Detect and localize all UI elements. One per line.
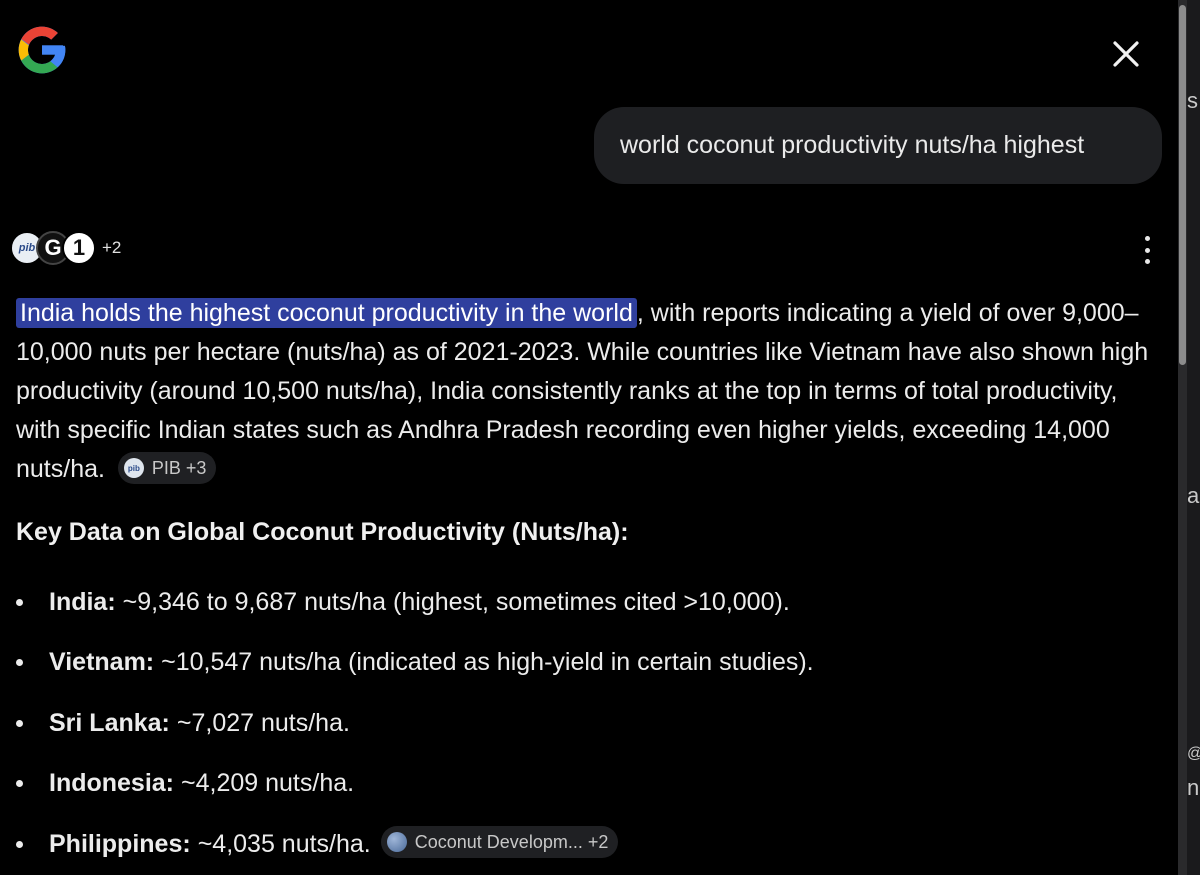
sources-row[interactable]: pib G 1 +2 bbox=[10, 230, 121, 266]
list-item: Indonesia: ~4,209 nuts/ha. bbox=[16, 754, 1166, 815]
country-label: Vietnam: bbox=[49, 648, 155, 677]
country-value: ~4,209 nuts/ha. bbox=[181, 769, 355, 798]
more-options-button[interactable] bbox=[1134, 236, 1160, 264]
country-value: ~10,547 nuts/ha (indicated as high-yield… bbox=[161, 648, 814, 677]
scroll-thumb[interactable] bbox=[1179, 5, 1186, 365]
country-label: Philippines: bbox=[49, 829, 191, 858]
edge-text: @ bbox=[1187, 745, 1200, 763]
citation-chip-pib[interactable]: pib PIB +3 bbox=[117, 452, 217, 485]
answer-highlight[interactable]: India holds the highest coconut producti… bbox=[16, 298, 637, 328]
edge-text: n bbox=[1187, 775, 1200, 800]
query-text: world coconut productivity nuts/ha highe… bbox=[620, 131, 1085, 159]
country-label: Sri Lanka: bbox=[49, 708, 170, 737]
close-icon bbox=[1113, 41, 1139, 67]
bullet-icon bbox=[16, 598, 23, 606]
d-source-icon: 1 bbox=[62, 231, 96, 265]
edge-text: s bbox=[1187, 88, 1198, 113]
user-query-bubble: world coconut productivity nuts/ha highe… bbox=[594, 107, 1162, 184]
country-value: ~7,027 nuts/ha. bbox=[176, 708, 350, 737]
list-item: India: ~9,346 to 9,687 nuts/ha (highest,… bbox=[16, 572, 1166, 633]
pib-icon: pib bbox=[123, 458, 144, 479]
list-item: Sri Lanka: ~7,027 nuts/ha. bbox=[16, 693, 1166, 754]
globe-icon bbox=[386, 832, 407, 853]
citation-label: PIB +3 bbox=[151, 457, 207, 478]
edge-text: a bbox=[1187, 483, 1200, 508]
answer-paragraph: India holds the highest coconut producti… bbox=[16, 294, 1166, 489]
country-label: India: bbox=[49, 587, 116, 616]
bullet-icon bbox=[16, 780, 23, 788]
bullet-icon bbox=[16, 659, 23, 667]
google-logo-icon bbox=[18, 26, 66, 74]
key-data-list: India: ~9,346 to 9,687 nuts/ha (highest,… bbox=[16, 572, 1166, 875]
sources-more-count: +2 bbox=[102, 238, 122, 257]
citation-label: Coconut Developm... +2 bbox=[414, 831, 609, 852]
key-data-heading: Key Data on Global Coconut Productivity … bbox=[16, 518, 629, 546]
ai-answer-panel: world coconut productivity nuts/ha highe… bbox=[0, 0, 1178, 875]
citation-chip-coconut[interactable]: Coconut Developm... +2 bbox=[380, 826, 619, 859]
list-item: Philippines: ~4,035 nuts/ha. Coconut Dev… bbox=[16, 814, 1166, 875]
list-item: Vietnam: ~10,547 nuts/ha (indicated as h… bbox=[16, 633, 1166, 694]
bullet-icon bbox=[16, 719, 23, 727]
country-value: ~4,035 nuts/ha. bbox=[197, 829, 371, 858]
more-options-icon bbox=[1144, 236, 1150, 241]
scrollbar[interactable] bbox=[1178, 0, 1187, 875]
bullet-icon bbox=[16, 840, 23, 848]
country-label: Indonesia: bbox=[49, 769, 175, 798]
close-button[interactable] bbox=[1102, 30, 1150, 78]
country-value: ~9,346 to 9,687 nuts/ha (highest, someti… bbox=[122, 587, 790, 616]
